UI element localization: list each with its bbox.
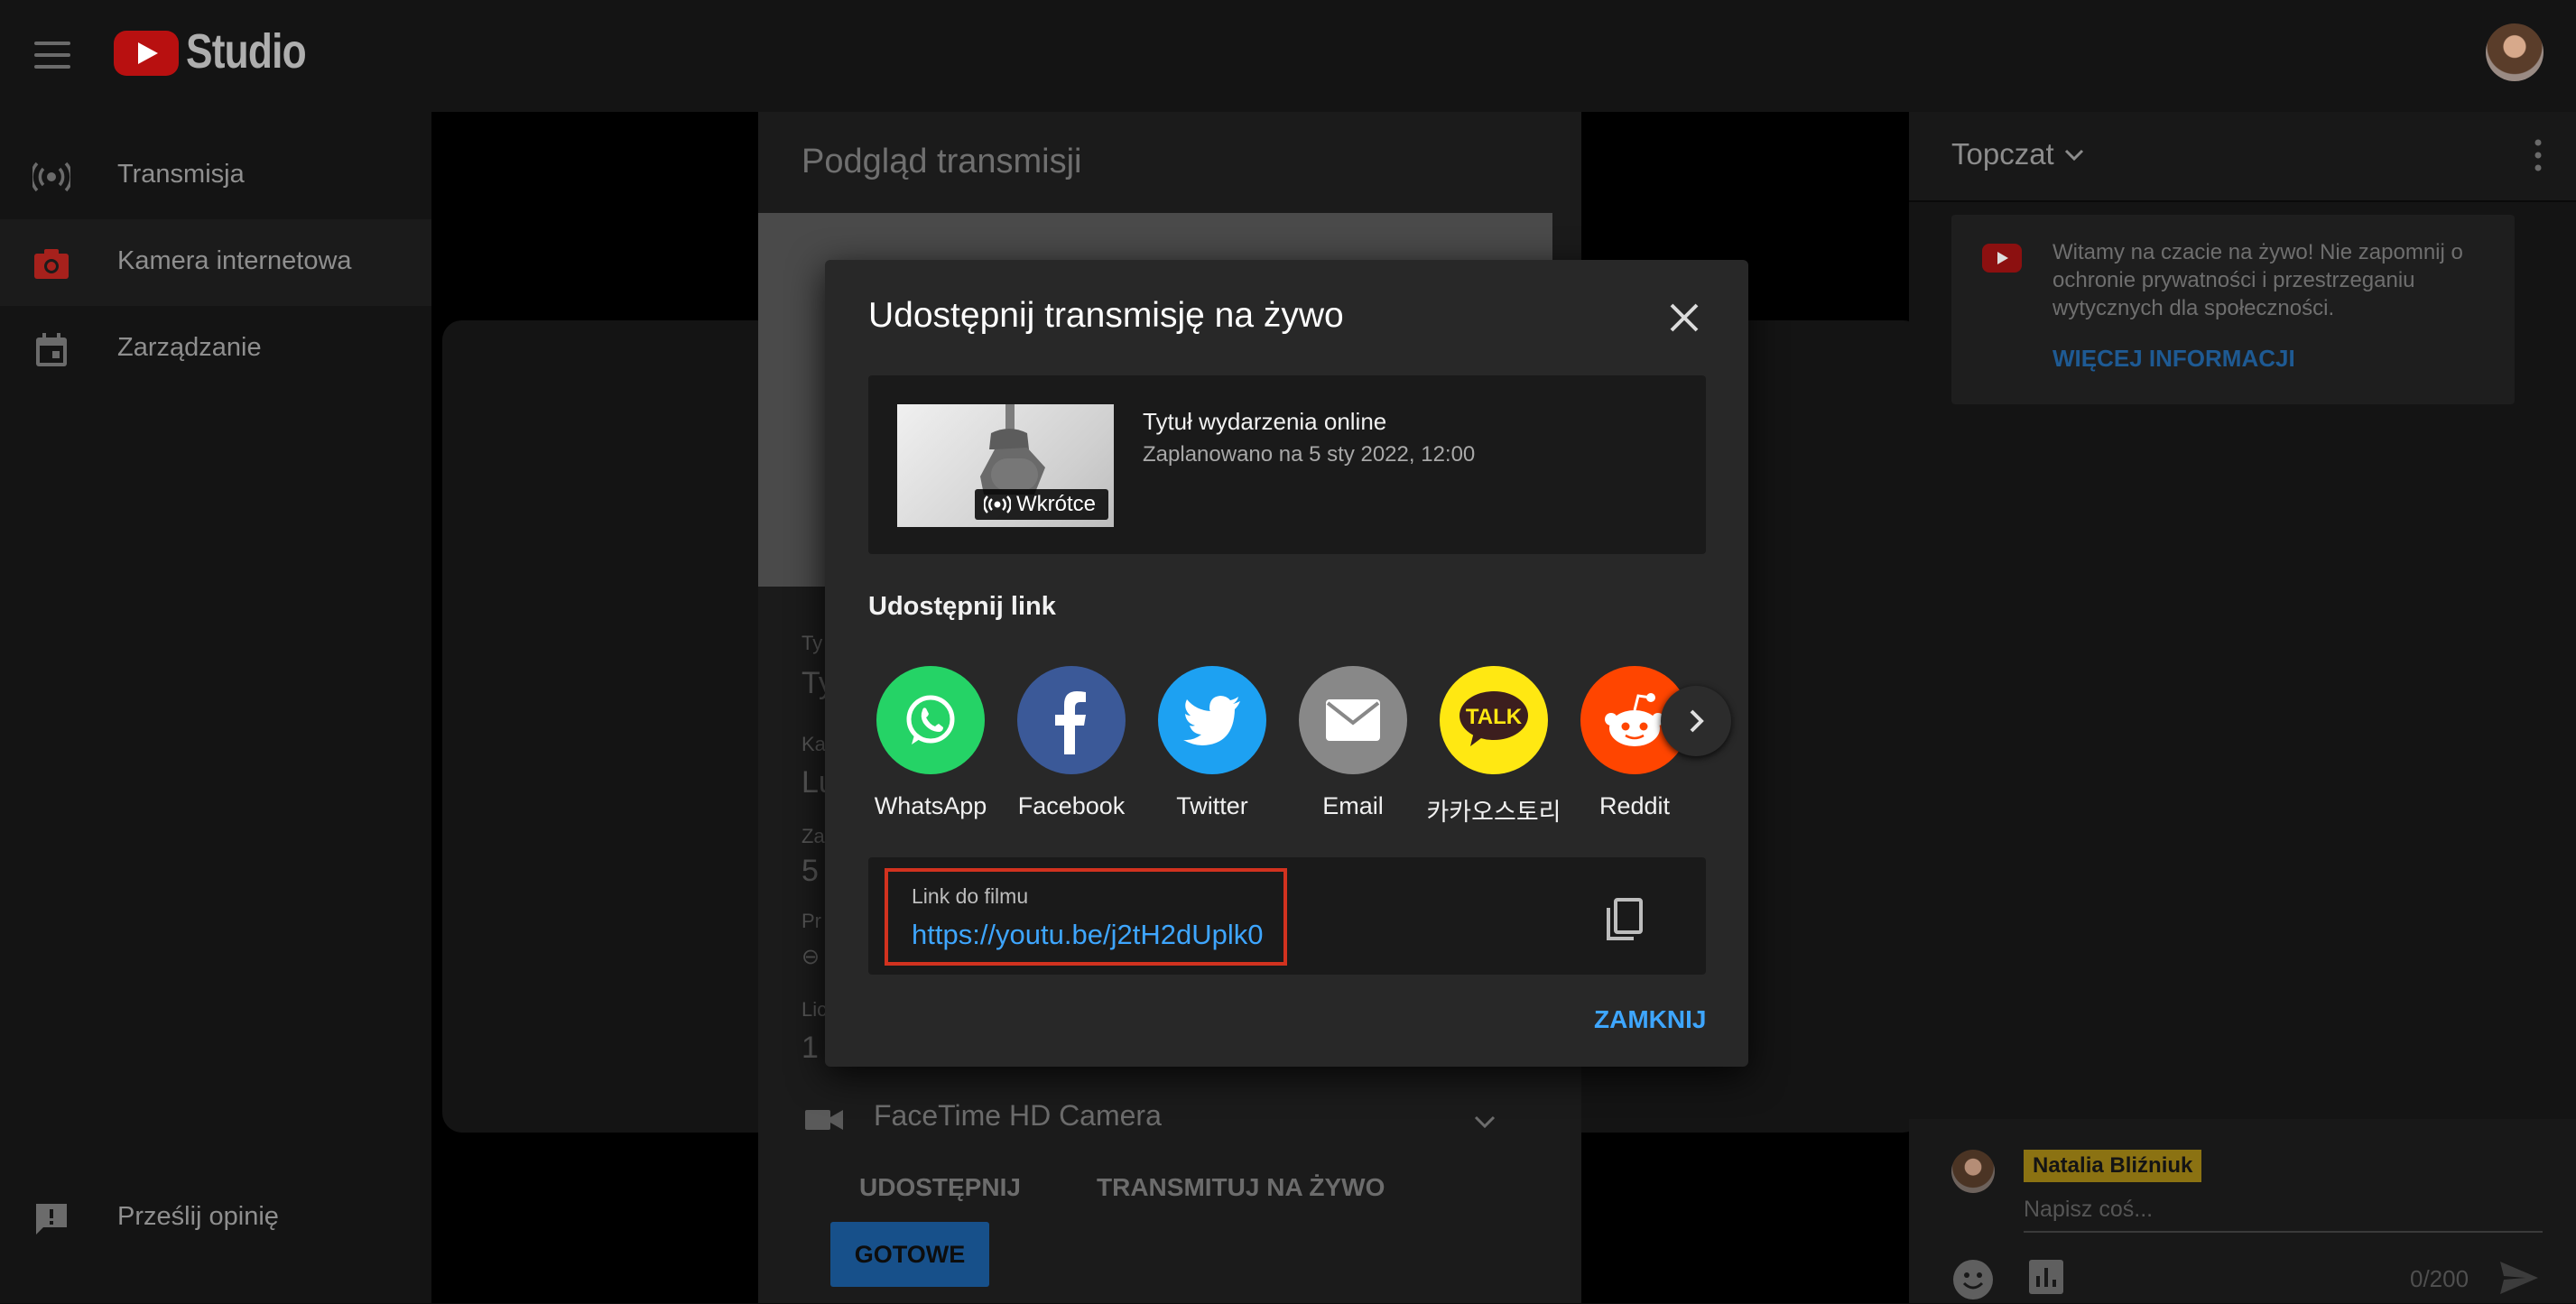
send-feedback-button[interactable]: Prześlij opinię (0, 1175, 431, 1262)
obscured-field-label: Pr (802, 910, 821, 932)
share-whatsapp-button[interactable]: WhatsApp (860, 666, 1001, 828)
obscured-field-label: Ty (802, 632, 823, 654)
send-icon[interactable] (2498, 1260, 2540, 1296)
share-scroll-next-button[interactable] (1661, 686, 1731, 756)
chat-message-input[interactable]: Napisz coś... (2024, 1197, 2153, 1223)
broadcast-icon (32, 162, 70, 192)
sidebar-item-zarzadzanie[interactable]: Zarządzanie (0, 306, 431, 393)
upcoming-badge: Wkrótce (975, 489, 1108, 520)
video-link-url[interactable]: https://youtu.be/j2tH2dUplk0 (912, 919, 1263, 951)
feedback-icon (36, 1204, 67, 1235)
share-target-label: Twitter (1176, 792, 1248, 819)
youtube-logo-icon[interactable] (114, 31, 179, 76)
event-schedule: Zaplanowano na 5 sty 2022, 12:00 (1143, 442, 1476, 467)
chat-input-underline (2024, 1231, 2543, 1233)
sidebar-item-kamera-internetowa[interactable]: Kamera internetowa (0, 219, 431, 306)
svg-text:TALK: TALK (1466, 705, 1523, 729)
sidebar-item-label: Zarządzanie (117, 333, 262, 362)
obscured-field-label: Ka (802, 733, 826, 755)
go-live-button[interactable]: TRANSMITUJ NA ŻYWO (1097, 1173, 1385, 1202)
camera-select[interactable]: FaceTime HD Camera (874, 1099, 1162, 1133)
obscured-field-value: 1 (802, 1031, 819, 1065)
avatar (1951, 1150, 1995, 1193)
sidebar-item-label: Kamera internetowa (117, 246, 352, 275)
preview-title: Podgląd transmisji (802, 143, 1082, 180)
more-vert-icon[interactable] (2534, 139, 2542, 171)
twitter-icon (1158, 666, 1266, 774)
poll-icon[interactable] (2029, 1260, 2063, 1294)
share-target-label: Email (1322, 792, 1384, 819)
account-avatar[interactable] (2486, 23, 2544, 81)
chat-welcome-text: Witamy na czacie na żywo! Nie zapomnij o… (2052, 240, 2463, 320)
share-target-label: Reddit (1598, 792, 1671, 819)
facebook-icon (1017, 666, 1126, 774)
chat-user-name: Natalia Bliźniuk (2024, 1150, 2202, 1182)
share-link-heading: Udostępnij link (868, 592, 1056, 621)
share-target-label: WhatsApp (874, 792, 987, 819)
chat-mode-select[interactable]: Topczat (1951, 137, 2054, 171)
chat-input-area (1909, 1119, 2576, 1303)
share-facebook-button[interactable]: Facebook (1001, 666, 1142, 828)
sidebar-item-label: Transmisja (117, 160, 245, 189)
calendar-icon (36, 333, 67, 366)
emoji-icon[interactable] (1953, 1260, 1993, 1299)
event-title: Tytuł wydarzenia online (1143, 408, 1387, 435)
youtube-icon (1982, 244, 2022, 273)
obscured-field-label: Lic (802, 998, 828, 1021)
chevron-right-icon (1690, 709, 1704, 733)
whatsapp-icon (876, 666, 985, 774)
obscured-link-icon: ⊖ (802, 945, 820, 969)
share-target-label: 카카오스토리 (1426, 799, 1561, 826)
video-link-label: Link do filmu (912, 884, 1029, 908)
obscured-field-label: Za (802, 825, 825, 847)
learn-more-link[interactable]: WIĘCEJ INFORMACJI (2052, 345, 2295, 373)
close-button[interactable]: ZAMKNIJ (1594, 1005, 1706, 1034)
menu-icon[interactable] (34, 42, 70, 69)
sidebar-item-transmisja[interactable]: Transmisja (0, 133, 431, 219)
share-twitter-button[interactable]: Twitter (1142, 666, 1283, 828)
top-bar (0, 0, 2576, 112)
badge-label: Wkrótce (1016, 492, 1097, 516)
dialog-title: Udostępnij transmisję na żywo (868, 296, 1344, 335)
obscured-field-value: 5 (802, 854, 819, 888)
email-icon (1299, 666, 1407, 774)
chevron-down-icon[interactable] (1473, 1110, 1496, 1133)
share-tab-button[interactable]: UDOSTĘPNIJ (859, 1173, 1021, 1202)
close-icon[interactable] (1664, 298, 1704, 338)
videocam-icon (805, 1110, 843, 1130)
studio-logo-text[interactable]: Studio (186, 23, 307, 79)
kakaotalk-icon: TALK (1440, 666, 1548, 774)
feedback-label: Prześlij opinię (117, 1202, 279, 1231)
camera-icon (34, 249, 69, 279)
done-button[interactable]: GOTOWE (830, 1222, 989, 1287)
live-icon (984, 495, 1011, 513)
share-target-label: Facebook (1017, 792, 1126, 819)
share-email-button[interactable]: Email (1283, 666, 1423, 828)
share-kakaostory-button[interactable]: TALK 카카오스토리 (1423, 666, 1564, 828)
char-counter: 0/200 (2410, 1265, 2469, 1292)
copy-icon[interactable] (1605, 897, 1645, 942)
chevron-down-icon[interactable] (2063, 144, 2085, 166)
sidebar: Transmisja Kamera internetowa Zarządzani… (0, 112, 431, 1303)
